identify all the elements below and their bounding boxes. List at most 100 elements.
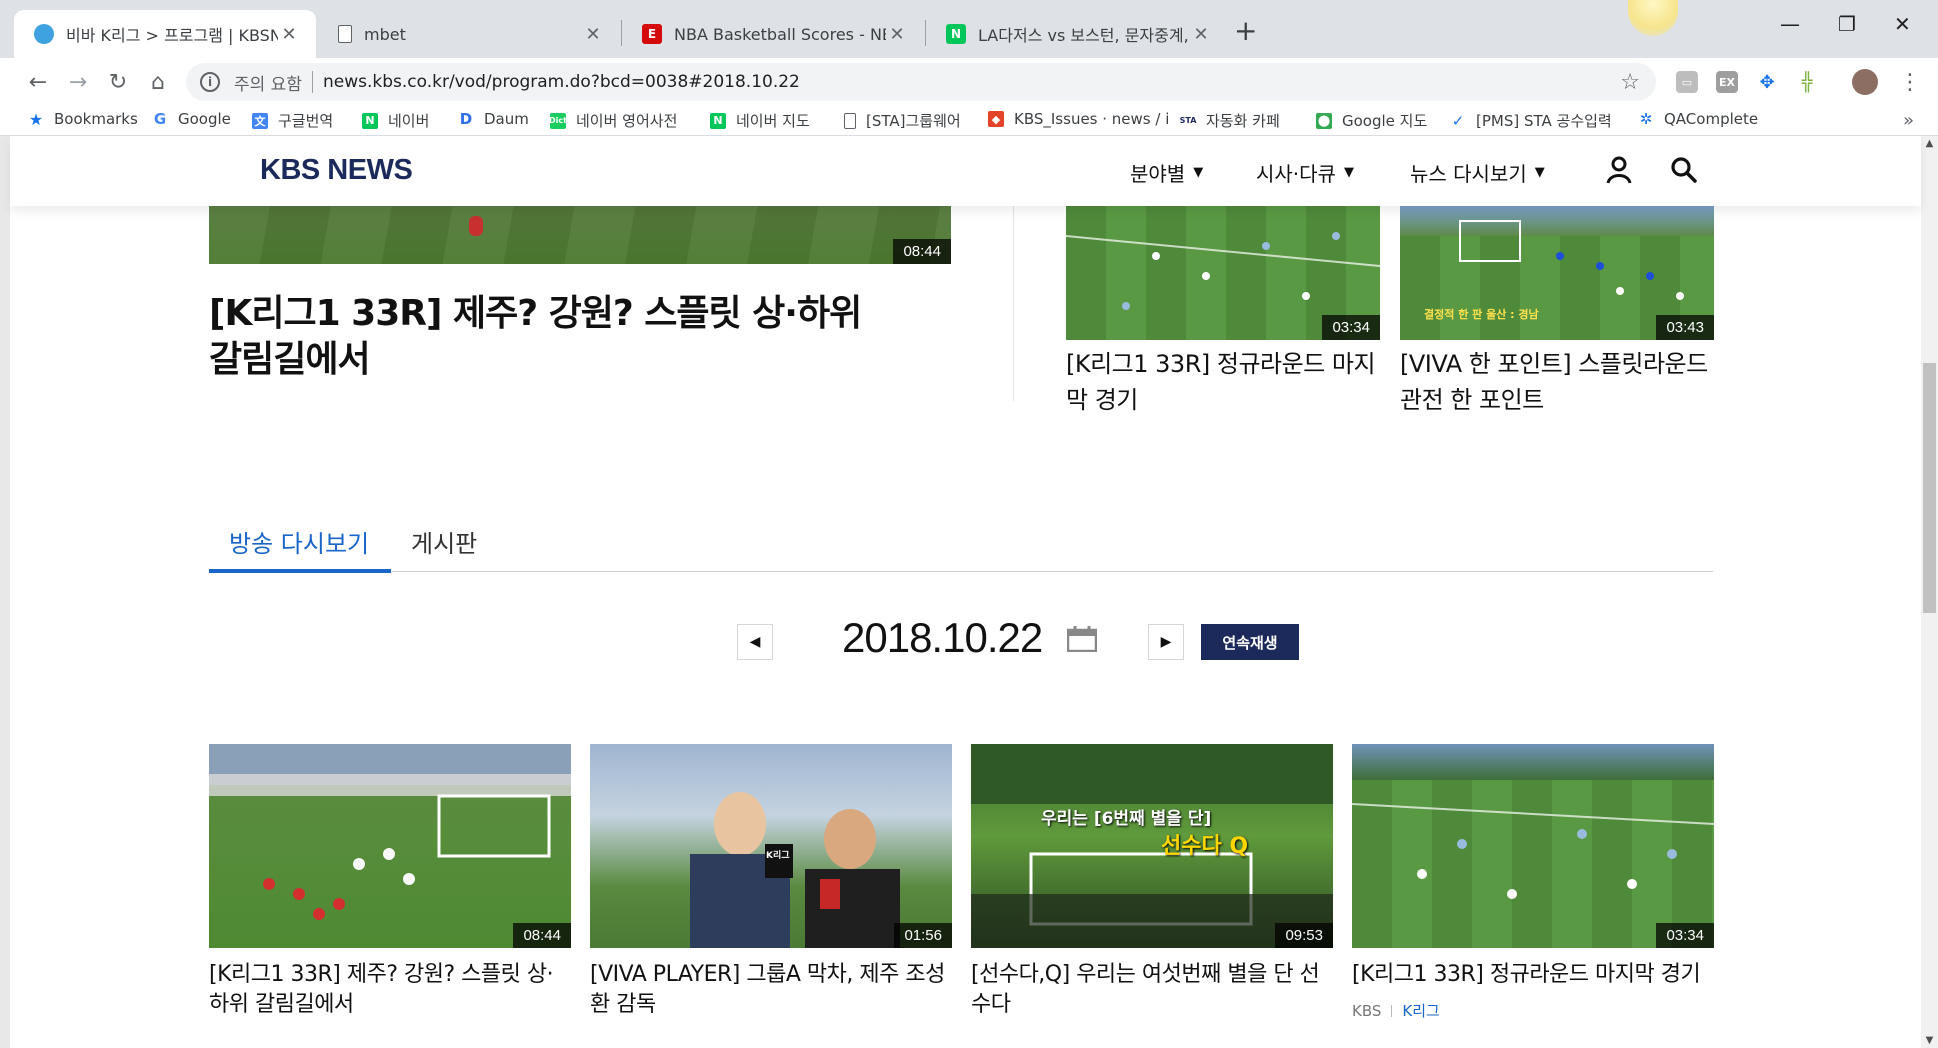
video-tags: KBS K리그 — [1352, 1000, 1714, 1021]
bookmark-item[interactable]: Dict 네이버 영어사전 — [549, 110, 677, 131]
caret-down-icon: ▼ — [1193, 165, 1204, 180]
address-bar[interactable]: i 주의 요함 news.kbs.co.kr/vod/program.do?bc… — [186, 63, 1656, 101]
browser-chrome: 비바 K리그 > 프로그램 | KBSNEWS ✕ mbet ✕ E NBA B… — [0, 0, 1938, 136]
extension-ex-icon[interactable]: EX — [1716, 71, 1738, 93]
video-duration: 08:44 — [893, 239, 951, 264]
nav-label: 시사·다큐 — [1256, 162, 1336, 186]
user-icon[interactable] — [1606, 156, 1632, 191]
scroll-up-icon[interactable]: ▲ — [1921, 138, 1938, 149]
kbs-news-logo[interactable]: KBS NEWS — [260, 154, 413, 187]
close-tab-icon[interactable]: ✕ — [1190, 24, 1212, 45]
extension-arrows-icon[interactable]: ✥ — [1756, 71, 1778, 93]
video-thumbnail[interactable]: 08:44 — [209, 744, 571, 948]
video-title[interactable]: [선수다,Q] 우리는 여섯번째 별을 단 선수다 — [971, 960, 1333, 1020]
home-icon[interactable]: ⌂ — [142, 66, 174, 98]
current-date: 2018.10.22 — [842, 614, 1043, 661]
bookmark-item[interactable]: [STA]그룹웨어 — [844, 110, 961, 131]
page-scrollbar[interactable]: ▲ ▼ — [1921, 136, 1938, 1048]
side-video-title[interactable]: [VIVA 한 포인트] 스플릿라운드 관전 한 포인트 — [1400, 346, 1720, 418]
bookmark-label: [STA]그룹웨어 — [866, 112, 961, 130]
search-icon[interactable] — [1670, 156, 1698, 191]
menu-kebab-icon[interactable]: ⋮ — [1894, 66, 1926, 98]
browser-tab[interactable]: E NBA Basketball Scores - NBA Sc ✕ — [622, 10, 924, 58]
nav-current-affairs[interactable]: 시사·다큐 ▼ — [1256, 158, 1354, 187]
url-text[interactable]: news.kbs.co.kr/vod/program.do?bcd=0038#2… — [323, 72, 1620, 92]
nav-category[interactable]: 분야별 ▼ — [1130, 158, 1203, 187]
tag-kbs[interactable]: KBS — [1352, 1002, 1381, 1020]
continuous-play-button[interactable]: 연속재생 — [1201, 624, 1299, 660]
featured-video-title[interactable]: [K리그1 33R] 제주? 강원? 스플릿 상·하위 갈림길에서 — [209, 291, 889, 383]
bookmark-item[interactable]: STA 자동화 카페 — [1180, 110, 1280, 131]
espn-icon: E — [642, 24, 662, 44]
featured-video-thumbnail[interactable]: 08:44 — [209, 206, 951, 264]
kbs-globe-icon — [34, 24, 54, 44]
bookmark-item[interactable]: ⬤ Google 지도 — [1316, 110, 1427, 131]
forward-arrow-icon[interactable]: → — [62, 66, 94, 98]
column-divider — [1013, 206, 1014, 401]
info-icon[interactable]: i — [200, 72, 220, 92]
browser-tab[interactable]: mbet ✕ — [318, 10, 620, 58]
minimize-icon[interactable]: — — [1780, 12, 1800, 36]
scrollbar-thumb[interactable] — [1923, 363, 1936, 613]
tab-broadcast-replay[interactable]: 방송 다시보기 — [229, 524, 369, 559]
video-duration: 03:34 — [1322, 315, 1380, 340]
browser-tab[interactable]: N LA다저스 vs 보스턴, 문자중계, 7 ✕ — [926, 10, 1228, 58]
calendar-icon[interactable] — [1066, 626, 1098, 653]
google-icon: G — [153, 110, 167, 128]
restore-icon[interactable]: ❐ — [1838, 12, 1856, 36]
bookmark-star-icon[interactable]: ☆ — [1620, 70, 1640, 95]
video-card[interactable]: K리그 01:56 [VIVA PLAYER] 그룹A 막차, 제주 조성환 감… — [590, 744, 952, 1020]
google-maps-icon: ⬤ — [1316, 112, 1332, 129]
bookmark-item[interactable]: N 네이버 — [362, 110, 429, 131]
bookmarks-overflow-icon[interactable]: » — [1903, 110, 1914, 131]
video-thumbnail[interactable]: K리그 01:56 — [590, 744, 952, 948]
bookmark-item[interactable]: 文 구글번역 — [252, 110, 333, 131]
tag-kleague[interactable]: K리그 — [1402, 1000, 1439, 1021]
browser-tab-title: 비바 K리그 > 프로그램 | KBSNEWS — [66, 26, 278, 45]
bookmark-item[interactable]: ✓ [PMS] STA 공수입력 — [1450, 110, 1612, 131]
omnibox-divider — [311, 71, 313, 93]
close-tab-icon[interactable]: ✕ — [582, 24, 604, 45]
profile-avatar[interactable] — [1852, 69, 1878, 95]
close-tab-icon[interactable]: ✕ — [278, 24, 300, 45]
previous-date-button[interactable]: ◀ — [737, 624, 773, 660]
bookmark-item[interactable]: ◆ KBS_Issues · news / i — [988, 110, 1169, 128]
side-video-thumbnail[interactable]: 03:34 — [1066, 206, 1380, 340]
bookmark-item[interactable]: G Google — [152, 110, 231, 128]
scroll-down-icon[interactable]: ▼ — [1921, 1035, 1938, 1046]
video-duration: 03:43 — [1656, 315, 1714, 340]
back-arrow-icon[interactable]: ← — [22, 66, 54, 98]
side-video-thumbnail[interactable]: 결정적 한 판 울산 : 경남 03:43 — [1400, 206, 1714, 340]
reload-icon[interactable]: ↻ — [102, 66, 134, 98]
video-thumbnail[interactable]: 우리는 [6번째 별을 단] 선수다 Q 09:53 — [971, 744, 1333, 948]
naver-dict-icon: Dict — [549, 112, 567, 129]
extension-ladder-icon[interactable]: ╬ — [1796, 71, 1818, 93]
video-duration: 09:53 — [1275, 923, 1333, 948]
bookmark-label: Google — [178, 110, 231, 128]
video-title[interactable]: [K리그1 33R] 제주? 강원? 스플릿 상·하위 갈림길에서 — [209, 960, 571, 1020]
bookmark-item[interactable]: D Daum — [458, 110, 529, 128]
nav-news-replay[interactable]: 뉴스 다시보기 ▼ — [1410, 158, 1545, 187]
close-window-icon[interactable]: ✕ — [1894, 12, 1911, 36]
caret-down-icon: ▼ — [1534, 165, 1545, 180]
new-tab-icon[interactable]: + — [1234, 14, 1257, 47]
video-card[interactable]: 우리는 [6번째 별을 단] 선수다 Q 09:53 [선수다,Q] 우리는 여… — [971, 744, 1333, 1020]
video-thumbnail[interactable]: 03:34 — [1352, 744, 1714, 948]
video-title[interactable]: [VIVA PLAYER] 그룹A 막차, 제주 조성환 감독 — [590, 960, 952, 1020]
next-date-button[interactable]: ▶ — [1148, 624, 1184, 660]
video-title[interactable]: [K리그1 33R] 정규라운드 마지막 경기 — [1352, 960, 1714, 990]
bookmark-item[interactable]: ★ Bookmarks — [28, 110, 138, 129]
tab-board[interactable]: 게시판 — [411, 524, 477, 559]
bookmark-label: 자동화 카페 — [1206, 112, 1280, 130]
extension-cast-icon[interactable]: ▭ — [1676, 71, 1698, 93]
bookmark-item[interactable]: N 네이버 지도 — [710, 110, 810, 131]
nav-label: 뉴스 다시보기 — [1410, 162, 1527, 186]
video-card[interactable]: 08:44 [K리그1 33R] 제주? 강원? 스플릿 상·하위 갈림길에서 — [209, 744, 571, 1020]
browser-tab-active[interactable]: 비바 K리그 > 프로그램 | KBSNEWS ✕ — [14, 10, 316, 58]
video-card[interactable]: 03:34 [K리그1 33R] 정규라운드 마지막 경기 KBS K리그 — [1352, 744, 1714, 1021]
page-viewport: KBS NEWS 분야별 ▼ 시사·다큐 ▼ 뉴스 다시보기 ▼ 08:44 [K리그… — [0, 136, 1938, 1048]
bookmark-item[interactable]: ✲ QAComplete — [1638, 110, 1758, 128]
close-tab-icon[interactable]: ✕ — [886, 24, 908, 45]
bookmarks-bar: ★ Bookmarks G Google 文 구글번역 N 네이버 D Daum Dict… — [0, 106, 1938, 136]
side-video-title[interactable]: [K리그1 33R] 정규라운드 마지막 경기 — [1066, 346, 1386, 418]
